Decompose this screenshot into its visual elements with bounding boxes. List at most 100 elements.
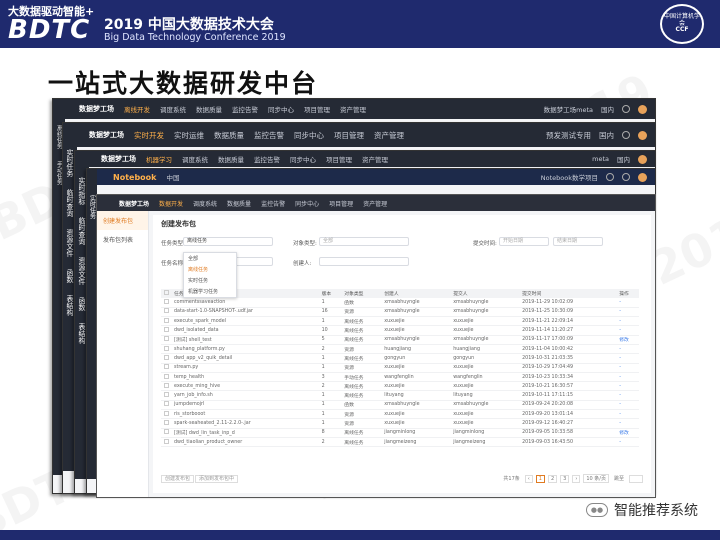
tab-scheduler[interactable]: 调度系统 <box>160 104 186 114</box>
table-row[interactable]: stream.py 1 资源 xuxuejie xuxuejie 2019-10-29 1… <box>161 363 639 373</box>
settings-icon[interactable] <box>622 173 630 181</box>
table-row[interactable]: execute_spark_model 1 离线任务 xuxuejie xuxuejie… <box>161 316 639 327</box>
create-package-button[interactable]: 创建发布包 <box>161 475 195 483</box>
tab-assets[interactable]: 资产管理 <box>340 104 366 114</box>
tab-assets[interactable]: 资产管理 <box>374 130 404 141</box>
row-checkbox[interactable] <box>161 363 171 373</box>
page-button[interactable]: 3 <box>560 474 570 483</box>
row-action[interactable]: - <box>616 307 639 318</box>
row-action[interactable]: 修改 <box>616 428 639 438</box>
row-action[interactable]: - <box>616 409 639 420</box>
prev-page-button[interactable]: ‹ <box>524 474 533 483</box>
row-checkbox[interactable] <box>161 335 171 346</box>
avatar[interactable] <box>638 104 647 114</box>
tab-monitor[interactable]: 监控告警 <box>232 104 258 114</box>
table-row[interactable]: execute_ming_hive 2 离线任务 xuxuejie xuxuejie 20… <box>161 381 639 392</box>
row-action[interactable]: - <box>616 344 639 355</box>
region-selector[interactable]: 国内 <box>617 154 630 164</box>
row-checkbox[interactable] <box>161 325 171 336</box>
tab-assets[interactable]: 资产管理 <box>362 154 388 164</box>
tab-assets[interactable]: 资产管理 <box>363 199 387 208</box>
tab-sync[interactable]: 同步中心 <box>295 199 319 208</box>
project-selector[interactable]: 数据梦工场meta <box>544 104 593 114</box>
row-checkbox[interactable] <box>161 344 171 355</box>
page-button[interactable]: 1 <box>535 474 545 483</box>
table-row[interactable]: data-start-1.0-SNAPSHOT-.udf.jar 16 资源 xmsa… <box>161 307 639 318</box>
table-row[interactable]: [测试] dwd_lin_task_inp_d 8 离线任务 jiangminlong… <box>161 428 639 438</box>
table-row[interactable]: spark-seaheated_2.11-2.2.0-.jar 1 资源 xuxuej… <box>161 418 639 429</box>
tab-ml[interactable]: 机器学习 <box>146 154 172 164</box>
tab-project[interactable]: 项目管理 <box>326 154 352 164</box>
tab-monitor[interactable]: 监控告警 <box>261 199 285 208</box>
end-date-input[interactable]: 结束日期 <box>553 237 603 246</box>
row-action[interactable]: - <box>616 437 639 448</box>
dropdown-option[interactable]: 离线任务 <box>184 264 236 275</box>
row-action[interactable]: - <box>616 418 639 429</box>
table-row[interactable]: commentssaveaction 1 函数 xmsabhuyngle xmsabhu… <box>161 298 639 308</box>
row-checkbox[interactable] <box>161 316 171 327</box>
tab-realtime-dev[interactable]: 实时开发 <box>134 130 164 141</box>
region-selector[interactable]: 国内 <box>601 104 614 114</box>
row-action[interactable]: - <box>616 372 639 383</box>
page-button[interactable]: 2 <box>547 474 558 483</box>
tab-scheduler[interactable]: 调度系统 <box>193 199 217 208</box>
start-date-input[interactable]: 开始日期 <box>499 237 549 246</box>
tab-sync[interactable]: 同步中心 <box>290 154 316 164</box>
row-action[interactable]: - <box>616 325 639 336</box>
table-row[interactable]: shuhang_platform.py 2 资源 huangjiang huangjia… <box>161 344 639 355</box>
project-selector[interactable]: 预发测试专用 <box>546 130 591 141</box>
page-size-select[interactable]: 10 条/页 <box>583 474 609 483</box>
row-action[interactable]: - <box>616 353 639 364</box>
region-selector[interactable]: 中国 <box>166 172 179 182</box>
add-to-package-button[interactable]: 添加到发布包中 <box>195 475 239 483</box>
tab-project[interactable]: 项目管理 <box>329 199 353 208</box>
row-action[interactable]: - <box>616 390 639 401</box>
row-checkbox[interactable] <box>161 390 171 401</box>
tab-quality[interactable]: 数据质量 <box>196 104 222 114</box>
row-checkbox[interactable] <box>161 400 171 411</box>
tab-quality[interactable]: 数据质量 <box>218 154 244 164</box>
tab-data-dev[interactable]: 数据开发 <box>159 199 183 208</box>
table-row[interactable]: [测试] shell_test 5 离线任务 xmsabhuyngle xmsabhuy… <box>161 335 639 346</box>
tab-quality[interactable]: 数据质量 <box>214 130 244 141</box>
next-page-button[interactable]: › <box>572 474 581 483</box>
row-action[interactable]: - <box>616 363 639 373</box>
tab-scheduler[interactable]: 调度系统 <box>182 154 208 164</box>
sidebar-item-package-list[interactable]: 发布包列表 <box>97 230 148 249</box>
row-checkbox[interactable] <box>161 307 171 318</box>
tab-monitor[interactable]: 监控告警 <box>254 154 280 164</box>
row-checkbox[interactable] <box>161 381 171 392</box>
table-row[interactable]: dwd_isolated_data 10 离线任务 xuxuejie xuxuejie 2… <box>161 325 639 336</box>
row-checkbox[interactable] <box>161 409 171 420</box>
jump-input[interactable] <box>629 474 643 483</box>
project-selector[interactable]: meta <box>592 155 609 163</box>
tab-offline-dev[interactable]: 离线开发 <box>124 104 150 114</box>
tab-monitor[interactable]: 监控告警 <box>254 130 284 141</box>
refresh-icon[interactable] <box>606 173 614 181</box>
dropdown-option[interactable]: 实时任务 <box>184 275 236 286</box>
table-row[interactable]: dwd_app_v2_quik_detail 1 离线任务 gongyun gongyu… <box>161 353 639 364</box>
avatar[interactable] <box>638 172 647 182</box>
dropdown-option[interactable]: 全部 <box>184 253 236 264</box>
tab-project[interactable]: 项目管理 <box>304 104 330 114</box>
row-action[interactable]: - <box>616 381 639 392</box>
row-checkbox[interactable] <box>161 353 171 364</box>
task-type-select[interactable]: 离线任务 <box>183 237 273 246</box>
tab-sync[interactable]: 同步中心 <box>294 130 324 141</box>
row-action[interactable]: - <box>616 316 639 327</box>
sidebar-item-create-package[interactable]: 创建发布包 <box>97 211 148 230</box>
tab-quality[interactable]: 数据质量 <box>227 199 251 208</box>
table-row[interactable]: ris_storbooot 1 资源 xuxuejie xuxuejie 2019-09-… <box>161 409 639 420</box>
row-checkbox[interactable] <box>161 437 171 448</box>
select-all-checkbox[interactable] <box>161 289 171 298</box>
tab-sync[interactable]: 同步中心 <box>268 104 294 114</box>
creator-input[interactable] <box>319 257 409 266</box>
row-action[interactable]: - <box>616 400 639 411</box>
row-checkbox[interactable] <box>161 418 171 429</box>
row-action[interactable]: 修改 <box>616 335 639 346</box>
row-checkbox[interactable] <box>161 428 171 438</box>
dropdown-option[interactable]: 机器学习任务 <box>184 286 236 297</box>
row-action[interactable]: - <box>616 298 639 308</box>
row-checkbox[interactable] <box>161 298 171 308</box>
project-selector[interactable]: Notebook数学项目 <box>541 172 598 182</box>
